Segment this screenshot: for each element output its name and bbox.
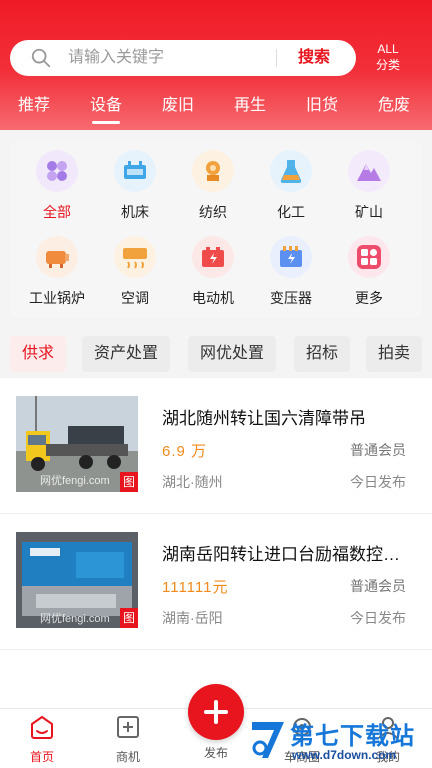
category-label: 空调 — [121, 290, 149, 306]
listing-location: 湖南·岳阳 — [162, 610, 223, 626]
all-label: ALL — [377, 42, 399, 56]
filter-row: 供求 资产处置 网优处置 招标 拍卖 — [0, 336, 432, 372]
mountain-icon — [348, 150, 390, 192]
flask-icon — [270, 150, 312, 192]
listing-title: 湖南岳阳转让进口台励福数控… — [162, 545, 400, 564]
tab-hazardous-waste[interactable]: 危废 — [378, 92, 410, 120]
category-air-conditioner[interactable]: 空调 — [103, 236, 167, 308]
image-watermark-text: 网优fengi.com — [40, 474, 110, 487]
download-site-logo — [252, 722, 284, 758]
tab-recycled[interactable]: 再生 — [234, 92, 266, 120]
image-tag: 图 — [120, 472, 138, 492]
publish-label: 发布 — [203, 746, 228, 760]
member-level: 普通会员 — [350, 578, 406, 594]
add-box-icon — [117, 716, 139, 738]
image-watermark-text: 网优fengi.com — [40, 612, 110, 625]
nav-label: 首页 — [29, 750, 54, 764]
tab-bar: 推荐 设备 废旧 再生 旧货 危废 — [0, 92, 432, 124]
category-all[interactable]: 全部 — [25, 150, 89, 222]
category-label: 工业锅炉 — [29, 290, 85, 306]
tab-recommend[interactable]: 推荐 — [18, 92, 50, 120]
listing-time: 今日发布 — [350, 610, 406, 626]
category-mining[interactable]: 矿山 — [337, 150, 401, 222]
category-industrial-boiler[interactable]: 工业锅炉 — [25, 236, 89, 308]
publish-button[interactable] — [188, 684, 244, 740]
air-conditioner-icon — [114, 236, 156, 278]
tab-used-goods[interactable]: 旧货 — [306, 92, 338, 120]
site-watermark: 第七下载站 www.d7down.com — [248, 712, 432, 768]
home-icon — [31, 715, 53, 739]
listing-price: 6.9 万 — [162, 443, 208, 460]
filter-supply-demand[interactable]: 供求 — [10, 336, 67, 372]
listing-title: 湖北随州转让国六清障带吊 — [162, 409, 366, 428]
filter-wangyou-disposal[interactable]: 网优处置 — [188, 336, 277, 372]
category-textile[interactable]: 纺织 — [181, 150, 245, 222]
listing-list: 网优fengi.com 图 湖北随州转让国六清障带吊 6.9 万 普通会员 湖北… — [0, 378, 432, 708]
category-label: 机床 — [121, 204, 149, 220]
category-label: 分类 — [375, 58, 400, 72]
filter-auction[interactable]: 拍卖 — [366, 336, 423, 372]
category-label: 纺织 — [199, 204, 227, 220]
grid-icon — [36, 150, 78, 192]
category-label: 电动机 — [192, 290, 234, 306]
category-label: 更多 — [355, 290, 383, 306]
search-box[interactable]: 搜索 — [10, 40, 356, 76]
listing-location: 湖北·随州 — [162, 474, 223, 490]
image-tag: 图 — [120, 608, 138, 628]
nav-label: 商机 — [115, 750, 140, 764]
listing-price: 111111元 — [162, 579, 229, 596]
tab-scrap[interactable]: 废旧 — [162, 92, 194, 120]
search-icon — [31, 48, 51, 68]
machine-tool-icon — [114, 150, 156, 192]
category-label: 化工 — [277, 204, 305, 220]
all-categories-button[interactable]: ALL 分类 — [366, 41, 410, 73]
listing-time: 今日发布 — [350, 474, 406, 490]
category-machine-tool[interactable]: 机床 — [103, 150, 167, 222]
boiler-icon — [36, 236, 78, 278]
watermark-url: www.d7down.com — [292, 748, 397, 762]
category-label: 矿山 — [355, 204, 383, 220]
search-divider — [276, 49, 277, 67]
category-transformer[interactable]: 变压器 — [259, 236, 323, 308]
search-input[interactable] — [68, 47, 258, 69]
category-label: 全部 — [43, 204, 71, 220]
category-chemical[interactable]: 化工 — [259, 150, 323, 222]
list-item[interactable]: 网优fengi.com 图 湖南岳阳转让进口台励福数控… 111111元 普通会… — [0, 514, 432, 650]
watermark-title: 第七下载站 — [290, 723, 415, 750]
transformer-icon — [270, 236, 312, 278]
plus-icon — [204, 700, 228, 724]
category-more[interactable]: 更多 — [337, 236, 401, 308]
nav-home[interactable]: 首页 — [12, 709, 72, 765]
category-panel: 全部 机床 纺织 化工 矿山 工业锅炉 空调 电动机 变压器 更多 — [10, 140, 422, 318]
filter-bidding[interactable]: 招标 — [294, 336, 351, 372]
textile-icon — [192, 150, 234, 192]
battery-icon — [192, 236, 234, 278]
filter-asset-disposal[interactable]: 资产处置 — [82, 336, 171, 372]
category-label: 变压器 — [270, 290, 312, 306]
more-icon — [348, 236, 390, 278]
header: 搜索 ALL 分类 推荐 设备 废旧 再生 旧货 危废 — [0, 0, 432, 130]
category-electric-motor[interactable]: 电动机 — [181, 236, 245, 308]
listing-image[interactable]: 网优fengi.com 图 — [16, 396, 138, 492]
nav-business[interactable]: 商机 — [98, 709, 158, 765]
member-level: 普通会员 — [350, 442, 406, 458]
tab-equipment[interactable]: 设备 — [90, 92, 122, 124]
list-item[interactable]: 网优fengi.com 图 湖北随州转让国六清障带吊 6.9 万 普通会员 湖北… — [0, 378, 432, 514]
search-button[interactable]: 搜索 — [286, 46, 342, 70]
listing-image[interactable]: 网优fengi.com 图 — [16, 532, 138, 628]
